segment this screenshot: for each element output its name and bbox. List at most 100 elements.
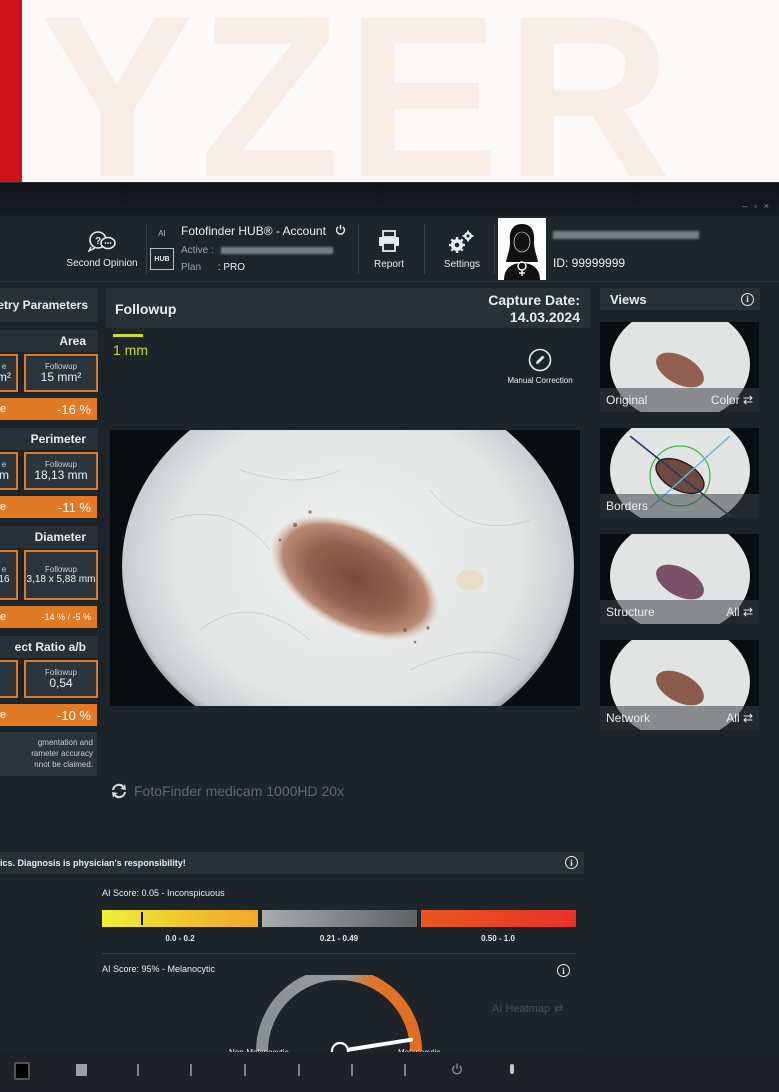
geometry-parameters-panel: etry Parameters Area e m² Followup 15 mm… xyxy=(0,288,98,844)
patient-id: ID: 99999999 xyxy=(553,256,626,270)
followup-panel: Followup Capture Date: 14.03.2024 1 mm M… xyxy=(106,288,590,824)
toolbar-divider xyxy=(424,224,425,274)
view-caption: Original Color ⇄ xyxy=(600,388,759,412)
followup-value: 18,13 mm xyxy=(34,467,88,482)
diameter-change: e -14 % / -5 % xyxy=(0,606,97,628)
view-name: Original xyxy=(606,393,648,407)
range-low: 0.0 - 0.2 xyxy=(165,934,195,943)
report-button[interactable]: Report xyxy=(362,216,416,282)
change-value: -11 % xyxy=(58,499,91,515)
view-caption: Structure All ⇄ xyxy=(600,600,759,624)
sync-icon[interactable] xyxy=(110,782,128,800)
view-structure[interactable]: Structure All ⇄ xyxy=(600,534,759,624)
banner-text: YZER xyxy=(40,0,678,190)
redacted-email xyxy=(220,246,333,254)
change-value: -16 % xyxy=(57,401,91,417)
manual-correction-button[interactable]: Manual Correction xyxy=(498,348,582,385)
dermoscopy-image[interactable] xyxy=(110,430,580,706)
area-followup-box: Followup 15 mm² xyxy=(24,354,98,392)
power-icon[interactable] xyxy=(335,224,346,238)
printer-icon xyxy=(379,229,399,252)
swap-icon: ⇄ xyxy=(742,393,753,407)
toolbar-divider xyxy=(494,224,495,274)
view-name: Borders xyxy=(606,499,649,513)
baseline-value: m² xyxy=(0,369,11,384)
taskbar-button[interactable] xyxy=(244,1064,246,1076)
diameter-title: Diameter xyxy=(0,526,98,548)
views-title: Views xyxy=(610,291,647,307)
followup-value: 15 mm² xyxy=(40,369,82,384)
aspect-ratio-title: ect Ratio a/b xyxy=(0,636,98,658)
account-active-row: Active : xyxy=(181,245,333,256)
ai-label: AI xyxy=(150,222,174,244)
followup-header: Followup Capture Date: 14.03.2024 xyxy=(106,288,590,328)
view-mode: All xyxy=(726,711,740,725)
perimeter-title: Perimeter xyxy=(0,428,98,450)
taskbar-button[interactable] xyxy=(190,1064,192,1076)
panel-title: etry Parameters xyxy=(0,288,98,322)
taskbar-square-button[interactable] xyxy=(14,1062,30,1080)
patient-avatar[interactable] xyxy=(498,218,546,280)
account-plan-row: Plan : PRO xyxy=(181,262,245,273)
followup-value: 3,18 x 5,88 mm xyxy=(26,573,96,585)
toolbar-divider xyxy=(146,224,147,274)
active-label: Active : xyxy=(181,245,214,256)
report-label: Report xyxy=(373,258,404,270)
info-icon[interactable]: i xyxy=(557,964,570,977)
taskbar-button[interactable] xyxy=(351,1064,353,1076)
plan-value: : PRO xyxy=(217,262,246,273)
capture-date-value: 14.03.2024 xyxy=(509,309,580,325)
score-bar-mid xyxy=(262,910,417,927)
info-icon[interactable]: i xyxy=(741,292,754,306)
hub-badge: HUB xyxy=(150,248,174,270)
plan-label: Plan xyxy=(181,262,202,273)
baseline-value: 16 xyxy=(0,573,10,585)
account-panel: AI HUB Fotofinder HUB® - Account Active … xyxy=(150,216,358,282)
view-original[interactable]: Original Color ⇄ xyxy=(600,322,759,412)
note-line: gmentation and xyxy=(37,738,93,747)
taskbar-button[interactable] xyxy=(404,1064,406,1076)
view-borders[interactable]: Borders xyxy=(600,428,759,518)
range-high: 0.50 - 1.0 xyxy=(481,934,515,943)
divider xyxy=(102,953,576,954)
change-label: e xyxy=(0,403,7,415)
capture-date-label: Capture Date: xyxy=(488,292,580,308)
scale-label: 1 mm xyxy=(113,342,148,358)
view-mode-toggle[interactable]: All ⇄ xyxy=(726,711,753,725)
female-avatar-icon xyxy=(504,224,540,280)
window-controls[interactable]: – ▫ × xyxy=(743,201,771,211)
change-value: -14 % / -5 % xyxy=(41,612,91,622)
taskbar-button[interactable] xyxy=(137,1064,139,1076)
note-line: nnot be claimed. xyxy=(34,759,93,769)
monitor: – ▫ × ? Second Opinion AI HUB Fotofinder… xyxy=(0,182,779,1092)
aspect-baseline-box xyxy=(0,660,18,698)
lesion-image xyxy=(122,430,574,706)
view-mode-toggle[interactable]: Color ⇄ xyxy=(711,393,753,407)
views-header: Views i xyxy=(600,288,760,310)
second-opinion-icon: ? xyxy=(87,230,116,252)
account-title-row: Fotofinder HUB® - Account xyxy=(181,224,346,238)
taskbar-button[interactable] xyxy=(298,1064,300,1076)
view-network[interactable]: Network All ⇄ xyxy=(600,640,759,730)
banner-red-stripe xyxy=(0,0,22,182)
second-opinion-button[interactable]: ? Second Opinion xyxy=(64,216,140,282)
followup-label: Followup xyxy=(44,564,77,574)
view-name: Structure xyxy=(606,605,655,619)
aspect-followup-box: Followup 0,54 xyxy=(24,660,98,698)
svg-text:?: ? xyxy=(95,236,101,247)
area-change: e -16 % xyxy=(0,398,97,420)
taskbar xyxy=(0,1052,779,1092)
view-mode-toggle[interactable]: All ⇄ xyxy=(726,605,753,619)
settings-button[interactable]: Settings xyxy=(432,216,492,282)
melanocytic-gauge xyxy=(256,975,422,1055)
power-icon[interactable] xyxy=(451,1062,463,1076)
taskbar-button[interactable] xyxy=(76,1064,87,1076)
change-label: e xyxy=(0,501,7,513)
score-bar-high xyxy=(421,910,576,927)
info-icon[interactable]: i xyxy=(565,856,578,869)
toolbar-divider xyxy=(358,224,359,274)
view-caption: Borders xyxy=(600,494,759,518)
gauge-arc xyxy=(256,975,422,1052)
capture-date: Capture Date: 14.03.2024 xyxy=(488,292,580,326)
ai-heatmap-toggle[interactable]: AI Heatmap ⇄ xyxy=(492,1002,563,1016)
